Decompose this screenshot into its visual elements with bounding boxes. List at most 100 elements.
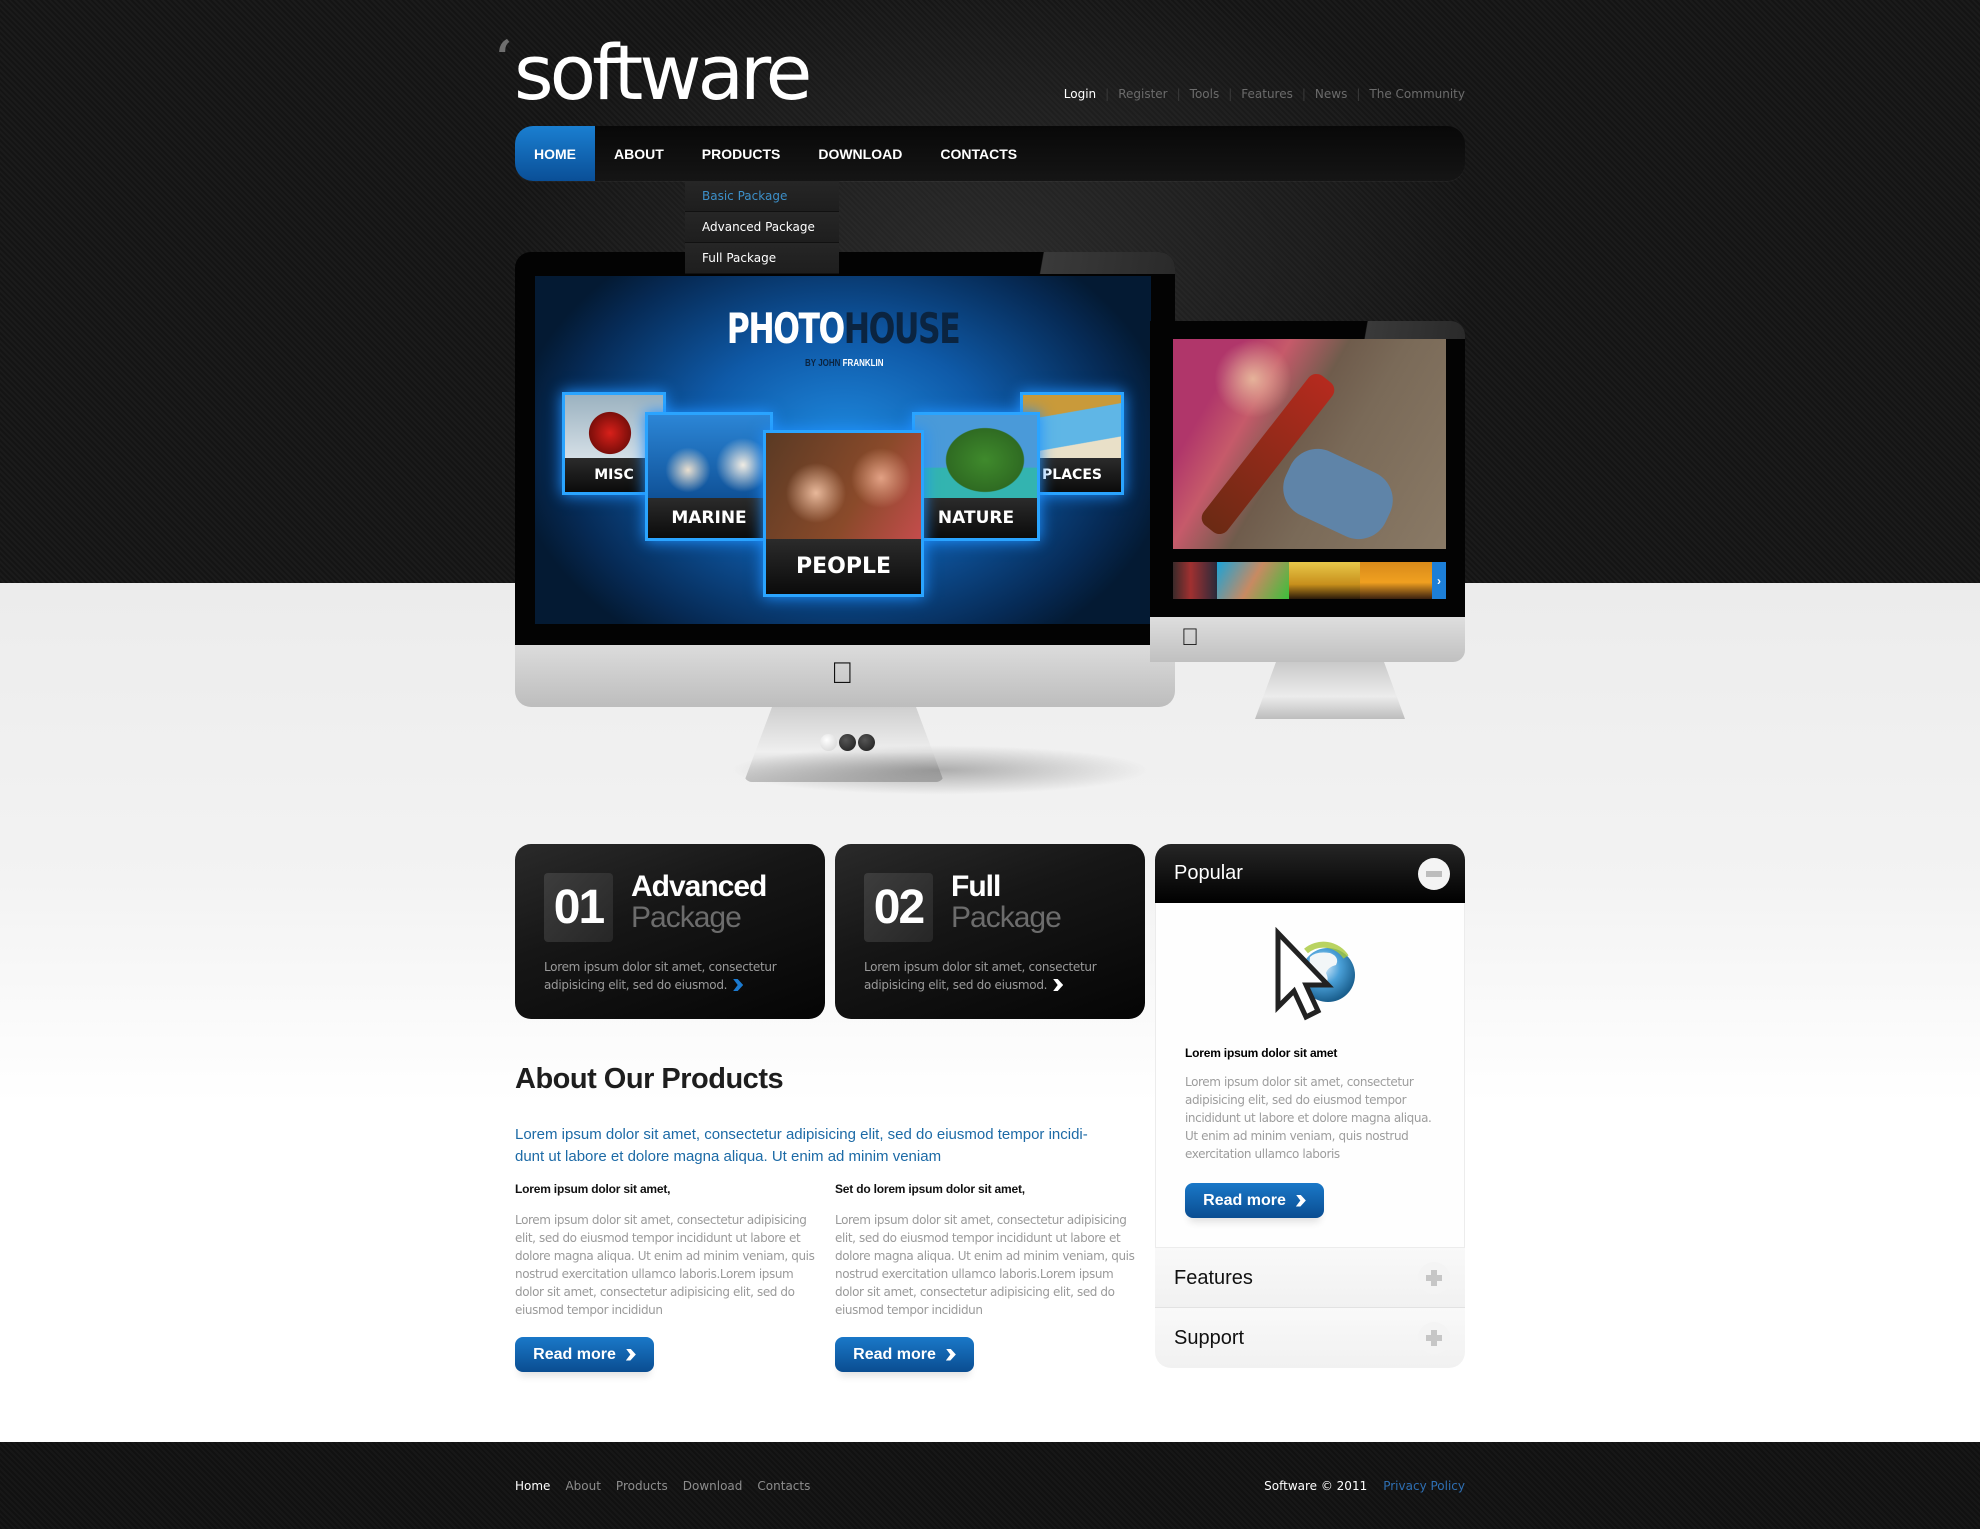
package-card-advanced[interactable]: 01 Advanced Package Lorem ipsum dolor si… [515, 844, 825, 1019]
chevron-right-icon[interactable] [733, 979, 744, 991]
gallery-tile-marine: MARINE [645, 412, 773, 541]
gallery-tile-nature: NATURE [912, 412, 1040, 541]
accordion-title: Support [1174, 1327, 1245, 1349]
accordion-header-support[interactable]: Support [1155, 1308, 1465, 1368]
accordion-title: Features [1174, 1267, 1253, 1289]
nav-contacts[interactable]: CONTACTS [921, 126, 1036, 181]
logo-text: software [514, 28, 812, 117]
footer-link-contacts[interactable]: Contacts [757, 1479, 810, 1493]
about-column-2: Set do lorem ipsum dolor sit amet, Lorem… [835, 1182, 1135, 1319]
chevron-right-icon [625, 1348, 636, 1361]
plus-icon [1426, 1330, 1442, 1346]
nav-home[interactable]: HOME [515, 126, 595, 181]
monitor-chin:  [515, 645, 1175, 707]
top-link-community[interactable]: The Community [1369, 87, 1465, 101]
photohouse-title: PHOTOHOUSE [726, 304, 961, 353]
bezel-gloss [1025, 252, 1175, 274]
top-links: Login | Register | Tools | Features | Ne… [1064, 87, 1465, 101]
collapse-toggle[interactable] [1418, 858, 1450, 890]
chevron-right-icon [945, 1348, 956, 1361]
nav-products[interactable]: PRODUCTS [683, 126, 800, 181]
footer-background [0, 1442, 1980, 1529]
slider-main-monitor: PHOTOHOUSE BY JOHN FRANKLIN MISC PLACES … [515, 252, 1175, 782]
apple-logo-icon:  [831, 659, 854, 689]
expand-toggle[interactable] [1418, 1322, 1450, 1354]
top-link-features[interactable]: Features [1241, 87, 1293, 101]
monitor-chin:  [1150, 617, 1465, 662]
copyright: Software © 2011 [1264, 1479, 1368, 1493]
package-subtitle: Package [631, 901, 742, 934]
package-description: Lorem ipsum dolor sit amet, consectetur … [544, 960, 777, 992]
logo-quote-mark: ‘ [496, 30, 513, 84]
separator: | [1356, 87, 1361, 101]
footer-link-products[interactable]: Products [616, 1479, 668, 1493]
gallery-tile-people[interactable]: PEOPLE [763, 430, 924, 597]
privacy-policy-link[interactable]: Privacy Policy [1383, 1479, 1465, 1493]
thumbnail-sunset-hiker[interactable] [1288, 562, 1361, 599]
top-link-news[interactable]: News [1315, 87, 1347, 101]
about-lead: Lorem ipsum dolor sit amet, consectetur … [515, 1126, 1088, 1165]
nav-download[interactable]: DOWNLOAD [799, 126, 921, 181]
footer-link-about[interactable]: About [565, 1479, 600, 1493]
top-link-login[interactable]: Login [1064, 87, 1096, 101]
separator: | [1301, 87, 1306, 101]
slider-dot-1[interactable] [820, 734, 837, 751]
monitor-shadow [640, 740, 1240, 810]
about-column-1: Lorem ipsum dolor sit amet, Lorem ipsum … [515, 1182, 815, 1319]
package-card-full[interactable]: 02 Full Package Lorem ipsum dolor sit am… [835, 844, 1145, 1019]
dropdown-item-full-package[interactable]: Full Package [685, 243, 839, 274]
photohouse-byline: BY JOHN FRANKLIN [805, 358, 884, 369]
column-body: Lorem ipsum dolor sit amet, consectetur … [515, 1213, 815, 1317]
dropdown-item-advanced-package[interactable]: Advanced Package [685, 212, 839, 243]
thumbnail-next-arrow[interactable]: › [1432, 562, 1447, 599]
bezel-gloss [1355, 321, 1465, 339]
main-nav: HOME ABOUT PRODUCTS DOWNLOAD CONTACTS [515, 126, 1465, 181]
apple-logo-icon:  [1181, 626, 1199, 650]
footer-link-home[interactable]: Home [515, 1479, 550, 1493]
column-body: Lorem ipsum dolor sit amet, consectetur … [835, 1213, 1135, 1317]
thumbnail-pool[interactable] [1217, 562, 1289, 599]
popular-body: Lorem ipsum dolor sit amet, consectetur … [1185, 1075, 1432, 1161]
package-description: Lorem ipsum dolor sit amet, consectetur … [864, 960, 1097, 992]
monitor-stand [1255, 662, 1405, 719]
read-more-button-sidebar[interactable]: Read more [1185, 1183, 1324, 1218]
plus-icon [1426, 1270, 1442, 1286]
slider-pagination [820, 734, 875, 751]
package-subtitle: Package [951, 901, 1062, 934]
slider-dot-3[interactable] [858, 734, 875, 751]
cursor-globe-icon [1275, 927, 1355, 1021]
thumbnail-sunset-fisher[interactable] [1360, 562, 1433, 599]
minus-icon [1426, 871, 1442, 877]
dropdown-item-basic-package[interactable]: Basic Package [685, 181, 839, 212]
accordion-header-features[interactable]: Features [1155, 1248, 1465, 1308]
package-title: Full [951, 870, 1001, 903]
accordion-title: Popular [1174, 862, 1243, 884]
expand-toggle[interactable] [1418, 1262, 1450, 1294]
separator: | [1176, 87, 1181, 101]
footer-meta: Software © 2011 Privacy Policy [1264, 1479, 1465, 1493]
chevron-right-icon[interactable] [1053, 979, 1064, 991]
accordion-header-popular[interactable]: Popular [1155, 844, 1465, 903]
package-title: Advanced [631, 870, 767, 903]
about-title: About Our Products [515, 1063, 784, 1095]
nav-about[interactable]: ABOUT [595, 126, 683, 181]
top-link-tools[interactable]: Tools [1190, 87, 1220, 101]
thumbnail-strip: › [1173, 562, 1447, 599]
monitor-screen: PHOTOHOUSE BY JOHN FRANKLIN MISC PLACES … [535, 276, 1151, 624]
slider-secondary-monitor: ›  [1150, 321, 1465, 721]
featured-photo-guitar [1173, 339, 1446, 549]
footer-link-download[interactable]: Download [683, 1479, 743, 1493]
top-link-register[interactable]: Register [1118, 87, 1167, 101]
separator: | [1228, 87, 1233, 101]
slider-dot-2[interactable] [839, 734, 856, 751]
monitor-bezel: PHOTOHOUSE BY JOHN FRANKLIN MISC PLACES … [515, 252, 1175, 645]
read-more-button-1[interactable]: Read more [515, 1337, 654, 1372]
read-more-button-2[interactable]: Read more [835, 1337, 974, 1372]
thumbnail-band[interactable] [1173, 562, 1217, 599]
separator: | [1105, 87, 1110, 101]
accordion-panel-popular: Lorem ipsum dolor sit amet Lorem ipsum d… [1155, 903, 1465, 1248]
sidebar-accordion: Popular Lorem ipsum dolor sit amet Lorem… [1155, 844, 1465, 1368]
column-heading: Set do lorem ipsum dolor sit amet, [835, 1182, 1025, 1196]
column-heading: Lorem ipsum dolor sit amet, [515, 1182, 671, 1196]
footer-nav: Home About Products Download Contacts [515, 1479, 810, 1493]
